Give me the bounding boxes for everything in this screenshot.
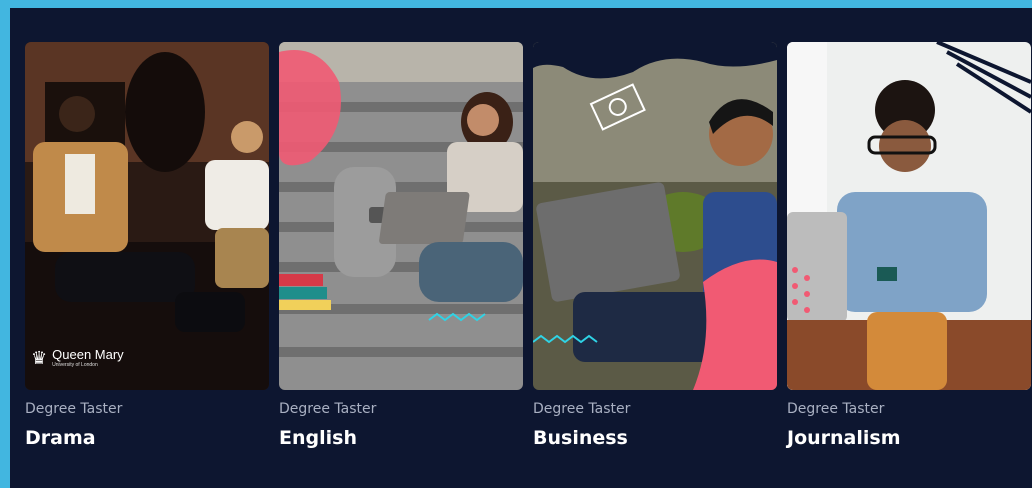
course-card-journalism[interactable]: Degree Taster Journalism xyxy=(787,42,1031,449)
card-title[interactable]: Journalism xyxy=(787,427,1031,449)
course-thumbnail-journalism[interactable] xyxy=(787,42,1031,390)
course-card-english[interactable]: Degree Taster English xyxy=(279,42,523,449)
journalism-photo xyxy=(787,42,1031,390)
business-photo xyxy=(533,42,777,390)
card-kicker: Degree Taster xyxy=(279,401,377,417)
card-title[interactable]: Business xyxy=(533,427,777,449)
course-card-drama[interactable]: ♛ Queen Mary University of London Degree… xyxy=(25,42,269,449)
card-kicker: Degree Taster xyxy=(787,401,885,417)
card-kicker: Degree Taster xyxy=(25,401,123,417)
drama-photo xyxy=(25,42,269,390)
course-card-business[interactable]: Degree Taster Business xyxy=(533,42,777,449)
course-thumbnail-english[interactable] xyxy=(279,42,523,390)
course-carousel: ♛ Queen Mary University of London Degree… xyxy=(10,8,1032,488)
crown-icon: ♛ xyxy=(31,348,48,368)
english-photo xyxy=(279,42,523,390)
course-thumbnail-business[interactable] xyxy=(533,42,777,390)
card-kicker: Degree Taster xyxy=(533,401,631,417)
queen-mary-logo: ♛ Queen Mary University of London xyxy=(31,348,124,368)
card-title[interactable]: Drama xyxy=(25,427,269,449)
card-title[interactable]: English xyxy=(279,427,523,449)
logo-subtitle: University of London xyxy=(52,362,98,368)
course-thumbnail-drama[interactable]: ♛ Queen Mary University of London xyxy=(25,42,269,390)
logo-name: Queen Mary xyxy=(52,347,124,362)
